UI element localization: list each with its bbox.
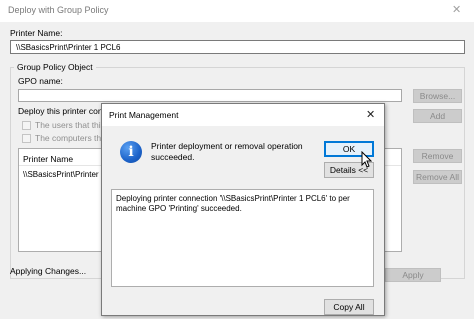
- gpo-name-label: GPO name:: [18, 76, 63, 86]
- info-icon: i: [120, 141, 142, 163]
- deploy-dialog-titlebar: Deploy with Group Policy ✕: [0, 0, 474, 22]
- gpo-groupbox-title: Group Policy Object: [14, 62, 96, 72]
- computers-checkbox-label: The computers that: [35, 133, 109, 143]
- apply-button[interactable]: Apply: [385, 268, 441, 282]
- modal-message: Printer deployment or removal operation …: [151, 141, 303, 162]
- printer-name-value: \\SBasicsPrint\Printer 1 PCL6: [16, 43, 121, 52]
- users-checkbox[interactable]: [22, 121, 31, 130]
- browse-button[interactable]: Browse...: [413, 89, 462, 103]
- printer-list-header: Printer Name: [23, 154, 74, 164]
- print-management-titlebar: Print Management ✕: [102, 104, 384, 126]
- add-button[interactable]: Add: [413, 109, 462, 123]
- print-management-dialog: Print Management ✕ i Printer deployment …: [101, 103, 385, 316]
- remove-all-button[interactable]: Remove All: [413, 170, 462, 184]
- computers-checkbox[interactable]: [22, 134, 31, 143]
- status-text: Applying Changes...: [10, 266, 87, 276]
- print-management-title: Print Management: [109, 110, 179, 120]
- remove-button[interactable]: Remove: [413, 149, 462, 163]
- printer-name-field[interactable]: \\SBasicsPrint\Printer 1 PCL6: [10, 40, 465, 54]
- deploy-dialog-close-icon[interactable]: ✕: [452, 3, 461, 16]
- copy-all-button[interactable]: Copy All: [324, 299, 374, 315]
- printer-name-label: Printer Name:: [10, 28, 63, 38]
- details-textbox[interactable]: Deploying printer connection '\\SBasicsP…: [111, 189, 374, 287]
- deploy-dialog-title: Deploy with Group Policy: [8, 5, 109, 15]
- gpo-name-field[interactable]: [18, 89, 402, 102]
- list-item[interactable]: \\SBasicsPrint\Printer 1: [23, 170, 105, 179]
- details-text: Deploying printer connection '\\SBasicsP…: [116, 194, 350, 213]
- deploy-label: Deploy this printer conn: [18, 106, 108, 116]
- mouse-cursor-icon: [361, 151, 372, 168]
- modal-close-icon[interactable]: ✕: [366, 108, 375, 121]
- users-checkbox-label: The users that this: [35, 120, 105, 130]
